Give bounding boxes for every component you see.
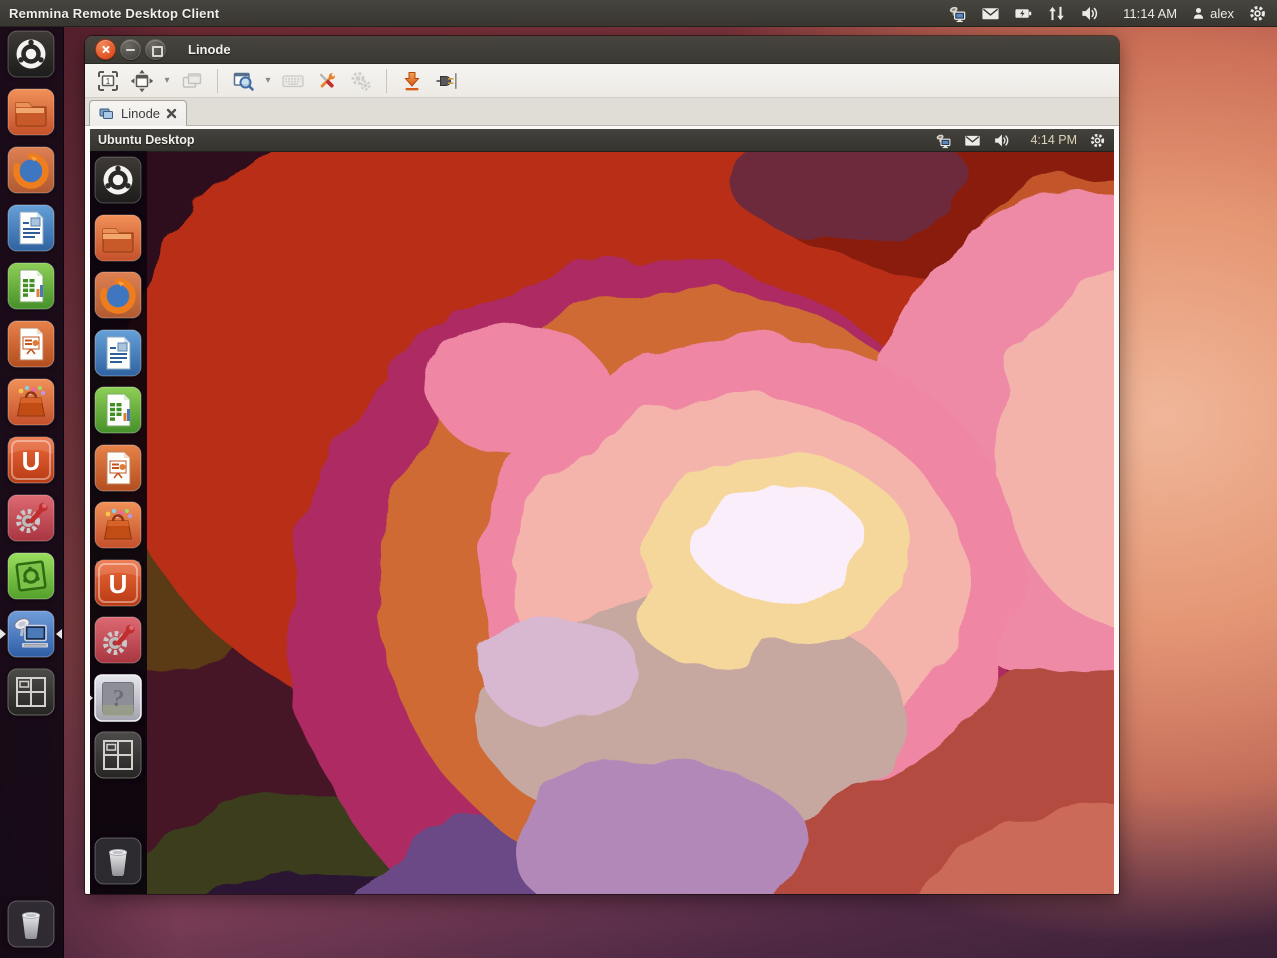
libreoffice-writer-launcher-icon[interactable] (7, 204, 55, 252)
battery-indicator-icon[interactable] (1014, 4, 1033, 23)
system-settings-launcher-icon[interactable] (94, 616, 142, 664)
volume-indicator-icon[interactable] (993, 132, 1010, 149)
trash-launcher-icon[interactable] (7, 900, 55, 948)
ubuntu-one-launcher-icon[interactable] (7, 436, 55, 484)
tab-linode[interactable]: Linode (89, 100, 187, 126)
workspace-switcher-launcher-icon[interactable] (94, 731, 142, 779)
remote-panel-title: Ubuntu Desktop (90, 133, 195, 147)
scaled-mode-dropdown-arrow[interactable]: ▾ (262, 75, 274, 86)
workspace-switcher-launcher-icon[interactable] (7, 668, 55, 716)
volume-indicator-icon[interactable] (1080, 4, 1099, 23)
mail-indicator-icon[interactable] (964, 132, 981, 149)
fit-window-dropdown-arrow[interactable]: ▾ (161, 75, 173, 86)
scaled-mode-button[interactable] (228, 67, 258, 94)
libreoffice-impress-launcher-icon[interactable] (94, 444, 142, 492)
window-title: Linode (188, 42, 231, 57)
username: alex (1210, 6, 1234, 21)
remote-top-panel: Ubuntu Desktop 4:14 PM (90, 129, 1114, 152)
tools-button[interactable] (312, 67, 342, 94)
duplicate-connection-button (177, 67, 207, 94)
libreoffice-calc-launcher-icon[interactable] (94, 386, 142, 434)
remote-unity-launcher (90, 151, 147, 894)
trash-launcher-icon[interactable] (94, 837, 142, 885)
user-menu[interactable]: alex (1191, 6, 1234, 21)
firefox-launcher-icon[interactable] (7, 146, 55, 194)
tab-close-icon[interactable] (166, 108, 177, 119)
ubuntu-dash-launcher-icon[interactable] (94, 156, 142, 204)
user-icon (1191, 6, 1206, 21)
tab-label: Linode (121, 106, 160, 121)
window-titlebar[interactable]: Linode (85, 36, 1119, 64)
mail-indicator-icon[interactable] (981, 4, 1000, 23)
software-updater-launcher-icon[interactable] (7, 552, 55, 600)
host-tray-icons (948, 4, 1109, 23)
remmina-window: Linode ▾▾ Linode Ubuntu Desktop 4:14 PM (85, 36, 1119, 894)
remmina-toolbar: ▾▾ (85, 64, 1119, 98)
files-launcher-icon[interactable] (94, 214, 142, 262)
preferences-button (346, 67, 376, 94)
remote-clock[interactable]: 4:14 PM (1030, 133, 1077, 147)
minimize-to-tray-button[interactable] (397, 67, 427, 94)
remote-monitor-icon (99, 107, 115, 121)
fullscreen-button[interactable] (93, 67, 123, 94)
unity-launcher (0, 26, 64, 958)
remmina-launcher-icon[interactable] (7, 610, 55, 658)
disconnect-button[interactable] (431, 67, 461, 94)
remote-gear-icon[interactable] (1089, 132, 1106, 149)
system-settings-launcher-icon[interactable] (7, 494, 55, 542)
libreoffice-impress-launcher-icon[interactable] (7, 320, 55, 368)
window-minimize-button[interactable] (120, 39, 141, 60)
software-center-launcher-icon[interactable] (7, 378, 55, 426)
host-top-panel: Remmina Remote Desktop Client 11:14 AM a… (0, 0, 1277, 27)
remote-viewer[interactable]: Ubuntu Desktop 4:14 PM (85, 126, 1119, 894)
remote-session-indicator-icon[interactable] (935, 132, 952, 149)
libreoffice-writer-launcher-icon[interactable] (94, 329, 142, 377)
remote-tray-icons (935, 132, 1018, 149)
gear-icon (1248, 4, 1267, 23)
host-clock[interactable]: 11:14 AM (1123, 6, 1177, 21)
firefox-launcher-icon[interactable] (94, 271, 142, 319)
toolbar-separator (386, 69, 387, 93)
software-center-launcher-icon[interactable] (94, 501, 142, 549)
active-app-title: Remmina Remote Desktop Client (0, 6, 219, 21)
remote-session-indicator-icon[interactable] (948, 4, 967, 23)
files-launcher-icon[interactable] (7, 88, 55, 136)
window-close-button[interactable] (95, 39, 116, 60)
session-menu[interactable] (1248, 4, 1267, 23)
connection-tabbar: Linode (85, 98, 1119, 126)
unknown-app-launcher-icon[interactable] (94, 674, 142, 722)
ubuntu-dash-launcher-icon[interactable] (7, 30, 55, 78)
remote-screen[interactable]: Ubuntu Desktop 4:14 PM (90, 129, 1114, 894)
fit-window-button[interactable] (127, 67, 157, 94)
remote-wallpaper (90, 151, 1114, 894)
ubuntu-one-launcher-icon[interactable] (94, 559, 142, 607)
toolbar-separator (217, 69, 218, 93)
grab-keyboard-button (278, 67, 308, 94)
window-maximize-button[interactable] (145, 39, 166, 60)
network-traffic-indicator-icon[interactable] (1047, 4, 1066, 23)
libreoffice-calc-launcher-icon[interactable] (7, 262, 55, 310)
